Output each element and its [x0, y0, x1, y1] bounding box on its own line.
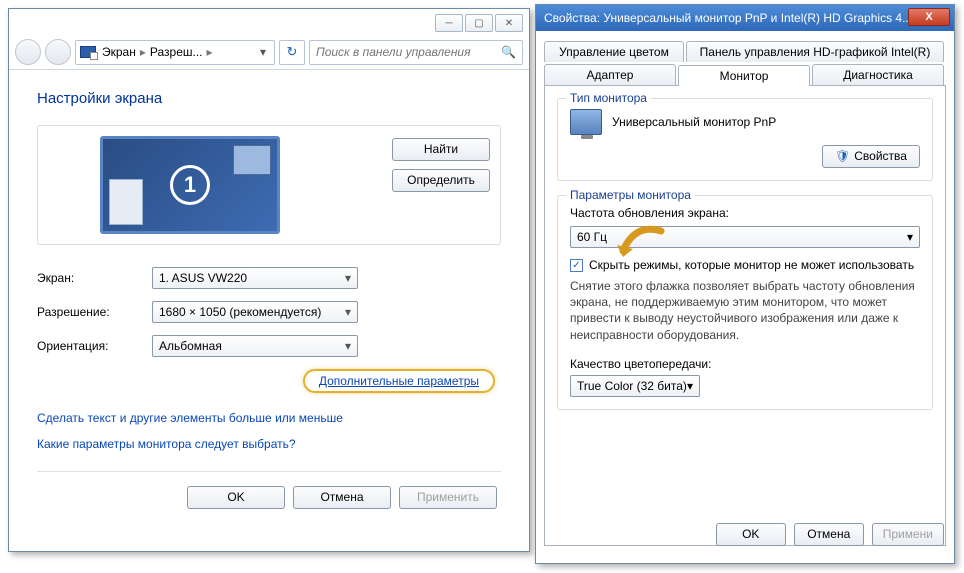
tab-monitor[interactable]: Монитор: [678, 65, 810, 86]
page-title: Настройки экрана: [37, 90, 501, 107]
back-button[interactable]: [15, 39, 41, 65]
hide-modes-checkbox[interactable]: ✓: [570, 259, 583, 272]
chevron-right-icon: ▸: [136, 45, 150, 59]
monitor-name: Универсальный монитор PnP: [612, 115, 776, 129]
cancel-button[interactable]: Отмена: [794, 523, 864, 546]
dialog-title: Свойства: Универсальный монитор PnP и In…: [544, 11, 912, 25]
close-button[interactable]: X: [908, 8, 950, 26]
color-quality-label: Качество цветопередачи:: [570, 357, 920, 371]
ok-button[interactable]: OK: [187, 486, 285, 509]
chevron-down-icon: ▾: [907, 230, 913, 244]
shield-icon: 🛡: [835, 149, 850, 163]
preview-window-icon: [109, 179, 143, 225]
monitor-params-group: Параметры монитора Частота обновления эк…: [557, 195, 933, 410]
tab-adapter[interactable]: Адаптер: [544, 64, 676, 85]
monitor-type-group: Тип монитора Универсальный монитор PnP 🛡…: [557, 98, 933, 181]
text-size-link[interactable]: Сделать текст и другие элементы больше и…: [37, 411, 501, 425]
forward-button[interactable]: [45, 39, 71, 65]
search-input[interactable]: [316, 45, 501, 59]
chevron-down-icon: ▾: [687, 379, 693, 393]
detect-button[interactable]: Определить: [392, 169, 490, 192]
group-title: Параметры монитора: [566, 188, 695, 202]
monitor-icon: [570, 109, 602, 135]
tab-color-management[interactable]: Управление цветом: [544, 41, 684, 62]
minimize-button[interactable]: ─: [435, 14, 463, 32]
orientation-select[interactable]: Альбомная ▾: [152, 335, 358, 357]
color-quality-select[interactable]: True Color (32 бита) ▾: [570, 375, 700, 397]
maximize-button[interactable]: ▢: [465, 14, 493, 32]
monitor-icon: [80, 46, 96, 58]
tab-diagnostics[interactable]: Диагностика: [812, 64, 944, 85]
monitor-arrangement: 1 Найти Определить: [37, 125, 501, 245]
apply-button: Применить: [399, 486, 497, 509]
tab-strip: Управление цветом Панель управления HD-г…: [544, 41, 946, 86]
hide-modes-label: Скрыть режимы, которые монитор не может …: [589, 258, 914, 272]
search-icon: 🔍: [501, 45, 516, 59]
properties-button[interactable]: 🛡 Свойства: [822, 145, 920, 168]
orientation-label: Ориентация:: [37, 339, 152, 353]
chevron-down-icon: ▾: [345, 271, 351, 285]
monitor-properties-dialog: Свойства: Универсальный монитор PnP и In…: [535, 4, 955, 564]
chevron-down-icon: ▾: [345, 339, 351, 353]
apply-button: Примени: [872, 523, 944, 546]
preview-window-icon: [233, 145, 271, 175]
cancel-button[interactable]: Отмена: [293, 486, 391, 509]
resolution-label: Разрешение:: [37, 305, 152, 319]
chevron-right-icon: ▸: [203, 45, 217, 59]
display-settings-window: ─ ▢ ✕ Экран ▸ Разреш... ▸ ▾ ↻ 🔍 Настройк…: [8, 8, 530, 552]
group-title: Тип монитора: [566, 91, 651, 105]
screen-select[interactable]: 1. ASUS VW220 ▾: [152, 267, 358, 289]
refresh-rate-label: Частота обновления экрана:: [570, 206, 920, 220]
find-button[interactable]: Найти: [392, 138, 490, 161]
titlebar: Свойства: Универсальный монитор PnP и In…: [536, 5, 954, 31]
monitor-preview[interactable]: 1: [100, 136, 280, 234]
select-value: 1680 × 1050 (рекомендуется): [159, 305, 321, 319]
tab-panel: Тип монитора Универсальный монитор PnP 🛡…: [544, 86, 946, 546]
tab-intel-panel[interactable]: Панель управления HD-графикой Intel(R): [686, 41, 944, 62]
search-box[interactable]: 🔍: [309, 40, 523, 65]
refresh-button[interactable]: ↻: [279, 40, 305, 65]
breadcrumb-item[interactable]: Экран: [102, 45, 136, 59]
refresh-rate-select[interactable]: 60 Гц ▾: [570, 226, 920, 248]
resolution-select[interactable]: 1680 × 1050 (рекомендуется) ▾: [152, 301, 358, 323]
select-value: Альбомная: [159, 339, 222, 353]
window-controls: ─ ▢ ✕: [9, 9, 529, 35]
screen-label: Экран:: [37, 271, 152, 285]
highlight-annotation: Дополнительные параметры: [303, 369, 495, 393]
select-value: 1. ASUS VW220: [159, 271, 247, 285]
select-value: True Color (32 бита): [577, 379, 687, 393]
monitor-number: 1: [170, 165, 210, 205]
hide-modes-description: Снятие этого флажка позволяет выбрать ча…: [570, 278, 920, 343]
advanced-settings-link[interactable]: Дополнительные параметры: [319, 374, 479, 388]
breadcrumb[interactable]: Экран ▸ Разреш... ▸ ▾: [75, 40, 275, 65]
select-value: 60 Гц: [577, 230, 607, 244]
chevron-down-icon: ▾: [345, 305, 351, 319]
help-link[interactable]: Какие параметры монитора следует выбрать…: [37, 437, 501, 451]
chevron-down-icon[interactable]: ▾: [256, 45, 270, 59]
breadcrumb-item[interactable]: Разреш...: [150, 45, 203, 59]
close-button[interactable]: ✕: [495, 14, 523, 32]
ok-button[interactable]: OK: [716, 523, 786, 546]
content-area: Настройки экрана 1 Найти Определить Экра…: [9, 70, 529, 535]
nav-row: Экран ▸ Разреш... ▸ ▾ ↻ 🔍: [9, 35, 529, 70]
button-label: Свойства: [854, 149, 907, 163]
